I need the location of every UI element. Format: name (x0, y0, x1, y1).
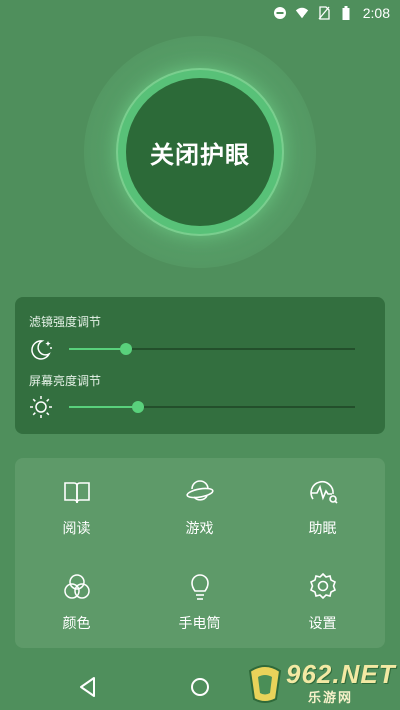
filter-strength-slider[interactable] (69, 343, 355, 355)
sleep-aid-label: 助眠 (308, 521, 337, 537)
bulb-icon (185, 572, 215, 602)
watermark-brand: 962.NET (286, 659, 396, 689)
sleep-aid-button[interactable]: 助眠 (261, 458, 384, 553)
game-mode-button[interactable]: 游戏 (138, 458, 261, 553)
status-time: 2:08 (362, 5, 390, 21)
color-button[interactable]: 颜色 (15, 553, 138, 648)
game-mode-label: 游戏 (185, 521, 214, 537)
sleep-pulse-icon (308, 477, 338, 507)
brightness-fill (69, 406, 138, 408)
filter-strength-fill (69, 348, 127, 350)
wifi-icon: x (295, 6, 309, 20)
function-grid: 阅读 游戏 助眠 颜色 手电筒 设置 (15, 458, 385, 648)
brightness-label: 屏幕亮度调节 (29, 374, 102, 388)
watermark-sub: 乐游网 (308, 691, 354, 706)
moon-stars-icon (29, 337, 53, 361)
filter-panel: 滤镜强度调节 屏幕亮度调节 (15, 297, 385, 434)
battery-icon (339, 6, 353, 20)
brightness-slider[interactable] (69, 401, 355, 413)
filter-strength-thumb[interactable] (120, 343, 133, 355)
home-icon[interactable] (190, 677, 210, 697)
read-mode-label: 阅读 (62, 521, 91, 537)
no-sim-icon (317, 6, 331, 20)
gear-icon (308, 572, 338, 602)
brightness-thumb[interactable] (131, 401, 144, 413)
toggle-label: 关闭护眼 (150, 140, 250, 169)
planet-icon (185, 477, 215, 507)
read-mode-button[interactable]: 阅读 (15, 458, 138, 553)
color-label: 颜色 (62, 616, 91, 632)
flashlight-button[interactable]: 手电筒 (138, 553, 261, 648)
sun-icon (29, 395, 53, 419)
do-not-disturb-icon (273, 6, 287, 20)
book-icon (62, 477, 92, 507)
color-circles-icon (62, 572, 92, 602)
watermark: 962.NET 乐游网 (246, 659, 396, 707)
settings-button[interactable]: 设置 (261, 553, 384, 648)
back-icon[interactable] (78, 676, 98, 698)
settings-label: 设置 (308, 616, 337, 632)
flashlight-label: 手电筒 (178, 616, 221, 632)
eye-protection-toggle-button[interactable]: 关闭护眼 (126, 78, 274, 226)
filter-strength-label: 滤镜强度调节 (29, 315, 102, 329)
svg-text:x: x (304, 13, 308, 20)
status-bar: x 2:08 (0, 0, 400, 26)
watermark-logo (246, 663, 284, 703)
